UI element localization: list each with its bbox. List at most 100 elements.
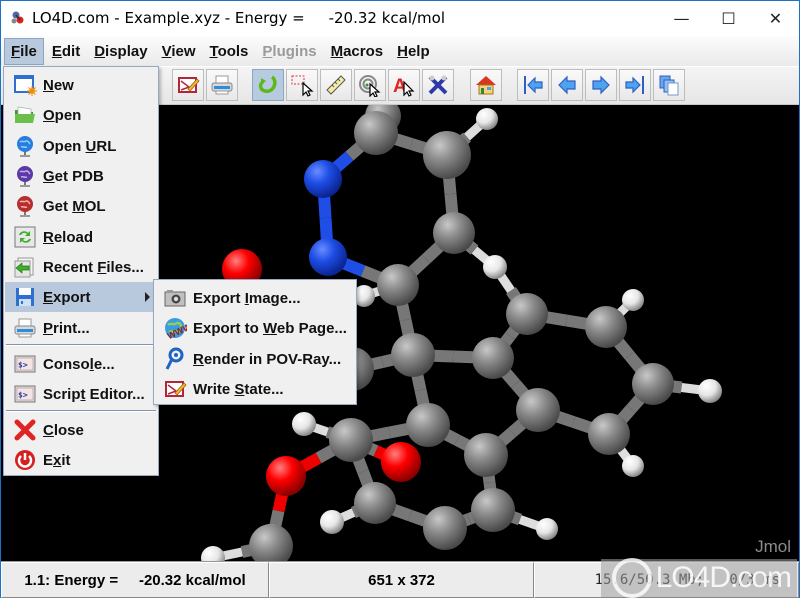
toolbar-button-script-editor[interactable]	[172, 69, 204, 101]
jmol-watermark: Jmol	[755, 537, 791, 556]
toolbar-button-atom-pick[interactable]	[422, 69, 454, 101]
globe-blue-icon	[13, 134, 37, 158]
atom-c	[433, 212, 475, 254]
menu-separator	[6, 344, 156, 346]
file-menu-item-get-mol[interactable]: Get MOL	[5, 191, 157, 221]
close-x-icon	[13, 418, 37, 442]
first-frame-icon	[524, 76, 543, 94]
export-submenu: Export Image... WWW Export to Web Page... R…	[153, 279, 357, 405]
status-dimensions: 651 x 372	[269, 562, 534, 598]
atom-c	[423, 506, 467, 550]
toolbar-button-previous-frame[interactable]	[551, 69, 583, 101]
reload-icon	[13, 225, 37, 249]
menu-separator	[6, 410, 156, 412]
menu-item-label: Console...	[43, 355, 115, 373]
file-menu-item-open-url[interactable]: Open URL	[5, 131, 157, 161]
file-menu-item-exit[interactable]: Exit	[5, 445, 157, 475]
atom-c	[632, 363, 674, 405]
file-menu-item-new[interactable]: New	[5, 70, 157, 100]
print-icon	[211, 75, 233, 95]
menu-macros[interactable]: Macros	[325, 39, 390, 64]
menu-help[interactable]: Help	[391, 39, 436, 64]
menu-item-label: Export	[43, 288, 91, 306]
menu-label: View	[161, 42, 196, 60]
file-menu-item-close[interactable]: Close	[5, 415, 157, 445]
toolbar-button-select[interactable]	[286, 69, 318, 101]
file-menu-item-script-editor[interactable]: $> Script Editor...	[5, 379, 157, 409]
all-frames-icon	[659, 75, 679, 96]
export-menu-item-write-state[interactable]: Write State...	[155, 374, 355, 404]
write-state-icon	[163, 377, 187, 401]
povray-icon	[163, 347, 187, 371]
toolbar-button-spin-pick[interactable]	[354, 69, 386, 101]
menu-item-label: Script Editor...	[43, 385, 145, 403]
export-menu-item-render-in-pov-ray[interactable]: Render in POV-Ray...	[155, 344, 355, 374]
atom-h	[201, 546, 225, 561]
menu-item-label: Close	[43, 421, 84, 439]
atom-h	[483, 255, 507, 279]
menu-label: Plugins	[262, 42, 317, 60]
toolbar-button-print[interactable]	[206, 69, 238, 101]
atom-o	[381, 442, 421, 482]
export-menu-item-export-to-web-page[interactable]: WWW Export to Web Page...	[155, 313, 355, 343]
atom-n	[304, 160, 342, 198]
globe-purple-icon	[13, 164, 37, 188]
toolbar-button-last-frame[interactable]	[619, 69, 651, 101]
menu-item-label: Write State...	[193, 380, 284, 398]
label-pick-icon: A	[393, 76, 415, 97]
save-disk-icon	[13, 285, 37, 309]
menu-label: File	[11, 42, 37, 60]
menu-tools[interactable]: Tools	[204, 39, 255, 64]
file-menu: New Open Open URL Get PDB Get MOL Reload Recen…	[3, 66, 159, 476]
export-menu-item-export-image[interactable]: Export Image...	[155, 283, 355, 313]
camera-icon	[163, 286, 187, 310]
toolbar-button-label-pick[interactable]: A	[388, 69, 420, 101]
file-menu-item-recent-files[interactable]: Recent Files...	[5, 252, 157, 282]
minimize-icon: —	[673, 8, 690, 28]
menu-plugins: Plugins	[256, 39, 322, 64]
status-bar: 1.1: Energy = -20.32 kcal/mol 651 x 372 …	[1, 561, 799, 598]
menu-item-label: Print...	[43, 319, 90, 337]
atom-h	[622, 289, 644, 311]
file-menu-item-open[interactable]: Open	[5, 100, 157, 130]
atom-c	[471, 488, 515, 532]
next-frame-icon	[592, 75, 610, 95]
recent-files-icon	[13, 255, 37, 279]
file-menu-item-print[interactable]: Print...	[5, 313, 157, 343]
status-memory: 15.6/50.3 Mb; 0/3 ms	[534, 562, 799, 598]
maximize-button[interactable]: ☐	[705, 1, 752, 35]
toolbar-button-next-frame[interactable]	[585, 69, 617, 101]
toolbar-button-rotate[interactable]	[252, 69, 284, 101]
console-icon: $>	[13, 382, 37, 406]
menu-display[interactable]: Display	[88, 39, 153, 64]
menu-view[interactable]: View	[156, 39, 202, 64]
toolbar-button-home[interactable]	[470, 69, 502, 101]
menu-item-label: Open	[43, 106, 82, 124]
toolbar-button-all-frames[interactable]	[653, 69, 685, 101]
atom-pick-icon	[428, 75, 448, 95]
jmol-window: LO4D.com - Example.xyz - Energy = -20.32…	[0, 0, 800, 598]
print-icon	[13, 316, 37, 340]
jmol-app-icon	[10, 10, 26, 26]
menu-file[interactable]: File	[4, 37, 44, 65]
menu-edit[interactable]: Edit	[46, 39, 86, 64]
toolbar-button-first-frame[interactable]	[517, 69, 549, 101]
submenu-arrow-icon	[145, 292, 150, 302]
menu-item-label: Export Image...	[193, 289, 301, 307]
file-menu-item-get-pdb[interactable]: Get PDB	[5, 161, 157, 191]
menu-item-label: Reload	[43, 228, 94, 246]
file-menu-item-export[interactable]: Export	[5, 282, 157, 312]
atom-c	[329, 418, 373, 462]
toolbar-button-measure[interactable]	[320, 69, 352, 101]
svg-text:$>: $>	[18, 391, 28, 400]
atom-o	[266, 456, 306, 496]
file-menu-item-console[interactable]: $> Console...	[5, 349, 157, 379]
previous-frame-icon	[558, 75, 576, 95]
menu-item-label: Get MOL	[43, 197, 106, 215]
minimize-button[interactable]: —	[658, 1, 705, 35]
atom-c	[377, 264, 419, 306]
file-menu-item-reload[interactable]: Reload	[5, 222, 157, 252]
atom-c	[585, 306, 627, 348]
close-button[interactable]: ✕	[752, 1, 799, 35]
atom-c	[588, 413, 630, 455]
